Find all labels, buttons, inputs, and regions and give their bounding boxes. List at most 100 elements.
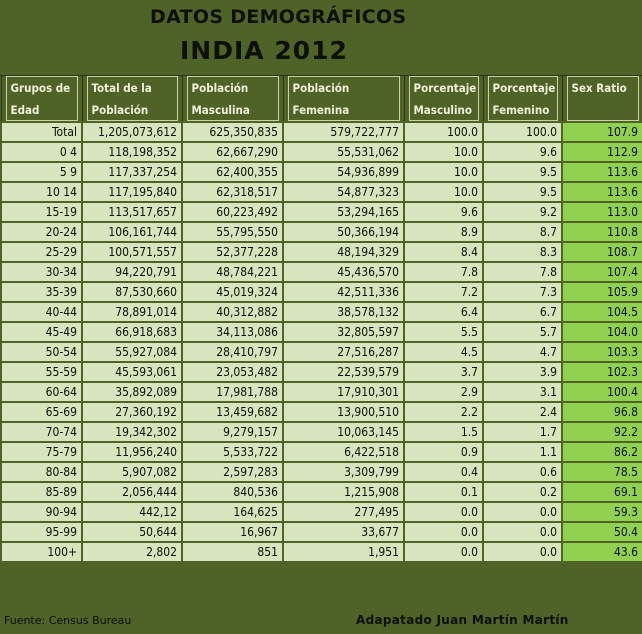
table-row: 65-69 27,360,192 13,459,682 13,900,510 2.2 2.…: [0, 401, 642, 423]
male-cell: 164,625: [181, 501, 284, 523]
spreadsheet: DATOS DEMOGRÁFICOS INDIA 2012 Grupos de …: [0, 0, 642, 634]
table-row: 40-44 78,891,014 40,312,882 38,578,132 6.4 6.…: [0, 301, 642, 323]
col-header-male-pct: Porcentaje Masculino: [403, 75, 484, 123]
sex-ratio-cell: 104.0: [561, 321, 642, 343]
sex-ratio-cell: 92.2: [561, 421, 642, 443]
male-cell: 17,981,788: [181, 381, 284, 403]
total-cell: 87,530,660: [81, 281, 183, 303]
sex-ratio-cell: 112.9: [561, 141, 642, 163]
table-row: 30-34 94,220,791 48,784,221 45,436,570 7.8 7.…: [0, 261, 642, 283]
age-cell: 15-19: [0, 201, 83, 223]
age-cell: 95-99: [0, 521, 83, 543]
female-cell: 3,309,799: [282, 461, 405, 483]
male-pct-cell: 0.0: [403, 541, 484, 563]
total-cell: 1,205,073,612: [81, 121, 183, 143]
female-cell: 579,722,777: [282, 121, 405, 143]
male-pct-cell: 2.2: [403, 401, 484, 423]
age-cell: 25-29: [0, 241, 83, 263]
female-pct-cell: 7.3: [482, 281, 563, 303]
female-cell: 33,677: [282, 521, 405, 543]
total-cell: 5,907,082: [81, 461, 183, 483]
age-cell: 65-69: [0, 401, 83, 423]
credit-note: Adapatado Juan Martín Martín: [356, 613, 569, 627]
female-pct-cell: 4.7: [482, 341, 563, 363]
age-cell: 5 9: [0, 161, 83, 183]
table-body: Total 1,205,073,612 625,350,835 579,722,777…: [0, 121, 642, 563]
female-cell: 17,910,301: [282, 381, 405, 403]
table-row: 95-99 50,644 16,967 33,677 0.0 0.0 50.4: [0, 521, 642, 543]
sex-ratio-cell: 69.1: [561, 481, 642, 503]
male-cell: 13,459,682: [181, 401, 284, 423]
female-pct-cell: 7.8: [482, 261, 563, 283]
total-cell: 45,593,061: [81, 361, 183, 383]
total-cell: 11,956,240: [81, 441, 183, 463]
male-pct-cell: 2.9: [403, 381, 484, 403]
female-pct-cell: 100.0: [482, 121, 563, 143]
sheet-title: DATOS DEMOGRÁFICOS: [150, 6, 407, 28]
table-row: 60-64 35,892,089 17,981,788 17,910,301 2.9 3.…: [0, 381, 642, 403]
male-cell: 40,312,882: [181, 301, 284, 323]
male-pct-cell: 5.5: [403, 321, 484, 343]
table-row: 10 14 117,195,840 62,318,517 54,877,323 10.0…: [0, 181, 642, 203]
age-cell: 70-74: [0, 421, 83, 443]
table-row: 50-54 55,927,084 28,410,797 27,516,287 4.5 4.…: [0, 341, 642, 363]
sex-ratio-cell: 102.3: [561, 361, 642, 383]
male-cell: 9,279,157: [181, 421, 284, 443]
female-pct-cell: 8.7: [482, 221, 563, 243]
table-row: 100+ 2,802 851 1,951 0.0 0.0 43.6: [0, 541, 642, 563]
sex-ratio-cell: 104.5: [561, 301, 642, 323]
age-cell: Total: [0, 121, 83, 143]
male-cell: 840,536: [181, 481, 284, 503]
male-pct-cell: 0.1: [403, 481, 484, 503]
male-pct-cell: 10.0: [403, 161, 484, 183]
female-cell: 54,877,323: [282, 181, 405, 203]
female-pct-cell: 0.2: [482, 481, 563, 503]
female-pct-cell: 1.7: [482, 421, 563, 443]
female-pct-cell: 2.4: [482, 401, 563, 423]
male-pct-cell: 0.0: [403, 521, 484, 543]
table-row: 25-29 100,571,557 52,377,228 48,194,329 8.4 8…: [0, 241, 642, 263]
female-cell: 55,531,062: [282, 141, 405, 163]
sex-ratio-cell: 59.3: [561, 501, 642, 523]
table-row: 15-19 113,517,657 60,223,492 53,294,165 9.6 9…: [0, 201, 642, 223]
age-cell: 40-44: [0, 301, 83, 323]
sex-ratio-cell: 110.8: [561, 221, 642, 243]
age-cell: 80-84: [0, 461, 83, 483]
female-cell: 22,539,579: [282, 361, 405, 383]
male-cell: 625,350,835: [181, 121, 284, 143]
table-row: 5 9 117,337,254 62,400,355 54,936,899 10.0 9.…: [0, 161, 642, 183]
col-header-female-pct: Porcentaje Femenino: [482, 75, 563, 123]
age-cell: 10 14: [0, 181, 83, 203]
male-pct-cell: 7.2: [403, 281, 484, 303]
male-cell: 5,533,722: [181, 441, 284, 463]
female-cell: 277,495: [282, 501, 405, 523]
total-cell: 117,337,254: [81, 161, 183, 183]
male-pct-cell: 10.0: [403, 181, 484, 203]
sheet-subtitle: INDIA 2012: [180, 36, 348, 65]
male-pct-cell: 9.6: [403, 201, 484, 223]
male-pct-cell: 0.4: [403, 461, 484, 483]
sex-ratio-cell: 78.5: [561, 461, 642, 483]
table-row: 35-39 87,530,660 45,019,324 42,511,336 7.2 7.…: [0, 281, 642, 303]
female-pct-cell: 0.6: [482, 461, 563, 483]
female-pct-cell: 0.0: [482, 521, 563, 543]
female-cell: 1,215,908: [282, 481, 405, 503]
col-header-female: Población Femenina: [282, 75, 405, 123]
age-cell: 0 4: [0, 141, 83, 163]
table-row: 80-84 5,907,082 2,597,283 3,309,799 0.4 0.6 78…: [0, 461, 642, 483]
sex-ratio-cell: 113.6: [561, 161, 642, 183]
sex-ratio-cell: 107.4: [561, 261, 642, 283]
male-pct-cell: 1.5: [403, 421, 484, 443]
female-cell: 38,578,132: [282, 301, 405, 323]
female-cell: 32,805,597: [282, 321, 405, 343]
col-header-age: Grupos de Edad: [0, 75, 83, 123]
male-cell: 28,410,797: [181, 341, 284, 363]
female-pct-cell: 3.1: [482, 381, 563, 403]
female-cell: 53,294,165: [282, 201, 405, 223]
total-cell: 94,220,791: [81, 261, 183, 283]
male-cell: 851: [181, 541, 284, 563]
col-header-total: Total de la Población: [81, 75, 183, 123]
total-cell: 2,056,444: [81, 481, 183, 503]
age-cell: 75-79: [0, 441, 83, 463]
female-cell: 54,936,899: [282, 161, 405, 183]
